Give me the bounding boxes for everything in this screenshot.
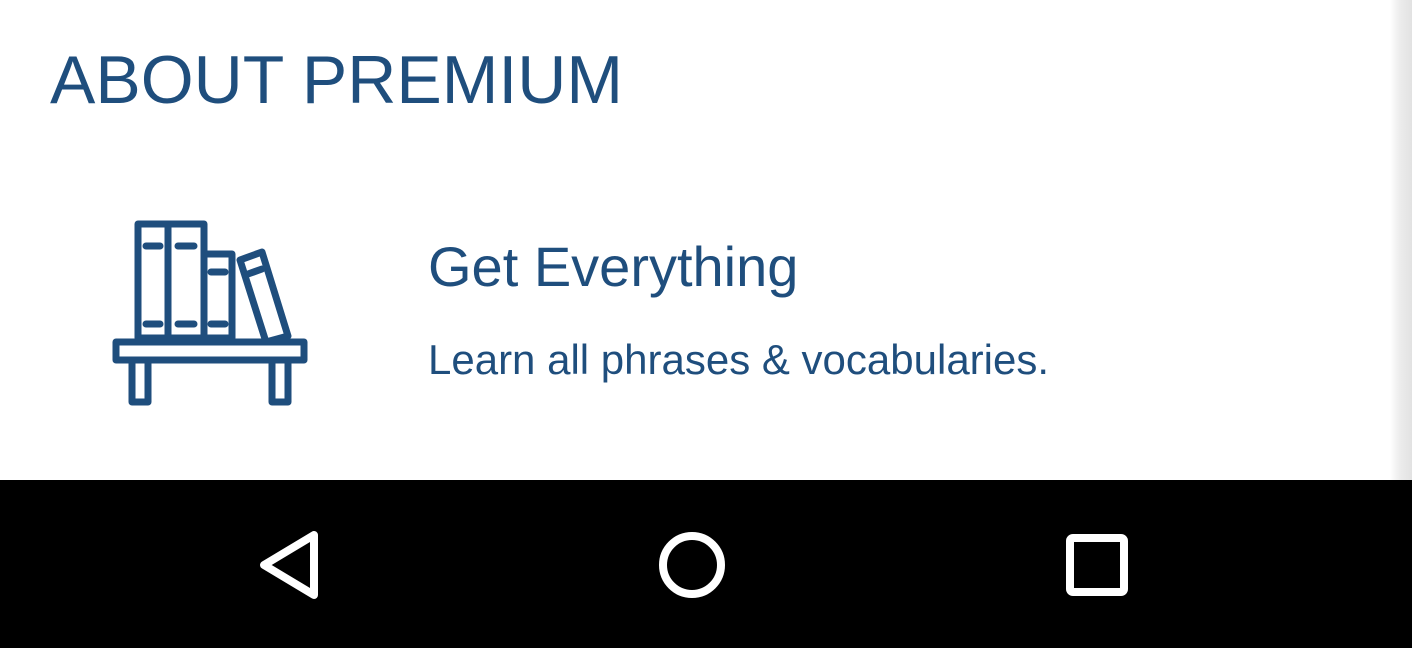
home-circle-icon (659, 532, 725, 598)
recents-button[interactable] (1032, 500, 1162, 630)
back-triangle-icon (260, 531, 318, 599)
feature-item: Get Everything Learn all phrases & vocab… (0, 200, 1380, 420)
screen: ABOUT PREMIUM Get Everything Learn all p… (0, 0, 1412, 648)
section-title: ABOUT PREMIUM (50, 42, 624, 118)
scroll-edge (1390, 0, 1412, 480)
feature-title: Get Everything (428, 235, 799, 298)
bookshelf-icon (112, 220, 308, 406)
premium-content: ABOUT PREMIUM Get Everything Learn all p… (0, 0, 1412, 480)
feature-description: Learn all phrases & vocabularies. (428, 336, 1050, 383)
back-button[interactable] (225, 500, 355, 630)
navigation-bar (0, 480, 1412, 648)
recents-square-icon (1066, 534, 1128, 596)
home-button[interactable] (627, 500, 757, 630)
